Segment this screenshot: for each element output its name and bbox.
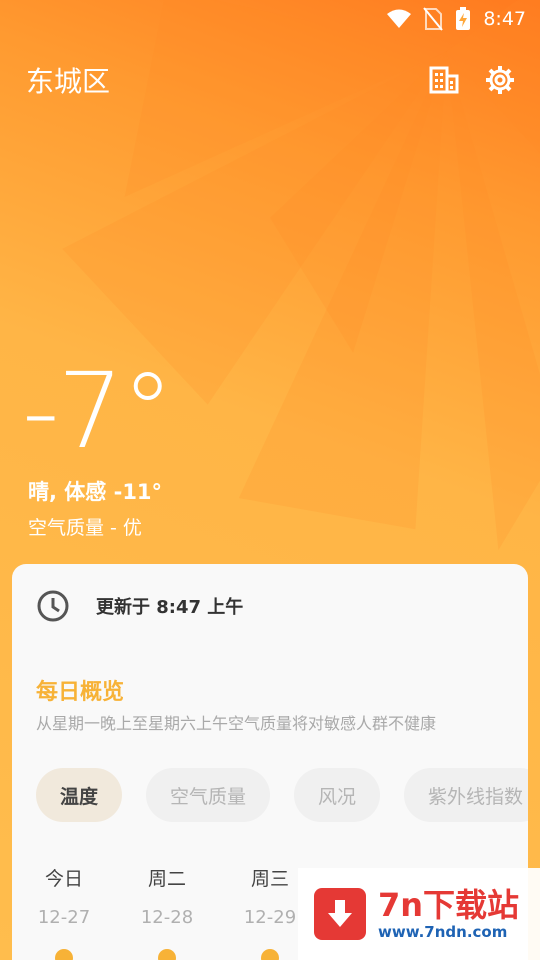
no-sim-icon bbox=[423, 7, 444, 31]
forecast-day[interactable]: 今日 12-27 bbox=[14, 864, 114, 960]
sun-icon bbox=[55, 949, 73, 960]
metric-tabs: 温度 空气质量 风况 紫外线指数 bbox=[36, 768, 528, 822]
download-arrow-icon bbox=[314, 888, 366, 940]
day-name: 今日 bbox=[44, 868, 83, 890]
air-quality-summary[interactable]: 空气质量 - 优 bbox=[28, 513, 142, 540]
sun-icon bbox=[261, 949, 279, 960]
site-watermark: 7n下载站 www.7ndn.com bbox=[298, 868, 540, 960]
battery-charging-icon bbox=[456, 7, 471, 30]
day-date: 12-28 bbox=[140, 907, 194, 928]
settings-gear-icon bbox=[486, 66, 514, 94]
app-header: 东城区 bbox=[0, 56, 540, 104]
tab-temperature[interactable]: 温度 bbox=[36, 768, 123, 822]
update-time-text: 更新于 8:47 上午 bbox=[96, 597, 244, 618]
sun-icon bbox=[158, 949, 176, 960]
watermark-url: www.7ndn.com bbox=[378, 923, 508, 941]
tab-wind[interactable]: 风况 bbox=[294, 768, 381, 822]
manage-cities-button[interactable] bbox=[416, 56, 472, 104]
status-bar: 8:47 bbox=[0, 0, 540, 38]
watermark-title: 7n下载站 bbox=[378, 886, 520, 924]
daily-overview-text: 从星期一晚上至星期六上午空气质量将对敏感人群不健康 bbox=[36, 714, 437, 733]
clock-icon bbox=[37, 590, 69, 622]
wifi-icon bbox=[387, 9, 412, 28]
tab-uv-index[interactable]: 紫外线指数 bbox=[404, 768, 528, 822]
buildings-icon bbox=[429, 66, 459, 94]
settings-button[interactable] bbox=[472, 56, 528, 104]
tab-air-quality[interactable]: 空气质量 bbox=[146, 768, 271, 822]
update-time-row: 更新于 8:47 上午 bbox=[36, 586, 243, 626]
forecast-day[interactable]: 周二 12-28 bbox=[117, 864, 217, 960]
status-time: 8:47 bbox=[483, 8, 526, 30]
city-name[interactable]: 东城区 bbox=[26, 60, 416, 100]
condition-feels-like: 晴, 体感 -11° bbox=[28, 480, 163, 504]
daily-overview-title: 每日概览 bbox=[36, 680, 125, 705]
current-temperature: -7° bbox=[22, 350, 174, 472]
day-date: 12-27 bbox=[37, 907, 91, 928]
day-name: 周二 bbox=[147, 868, 186, 890]
